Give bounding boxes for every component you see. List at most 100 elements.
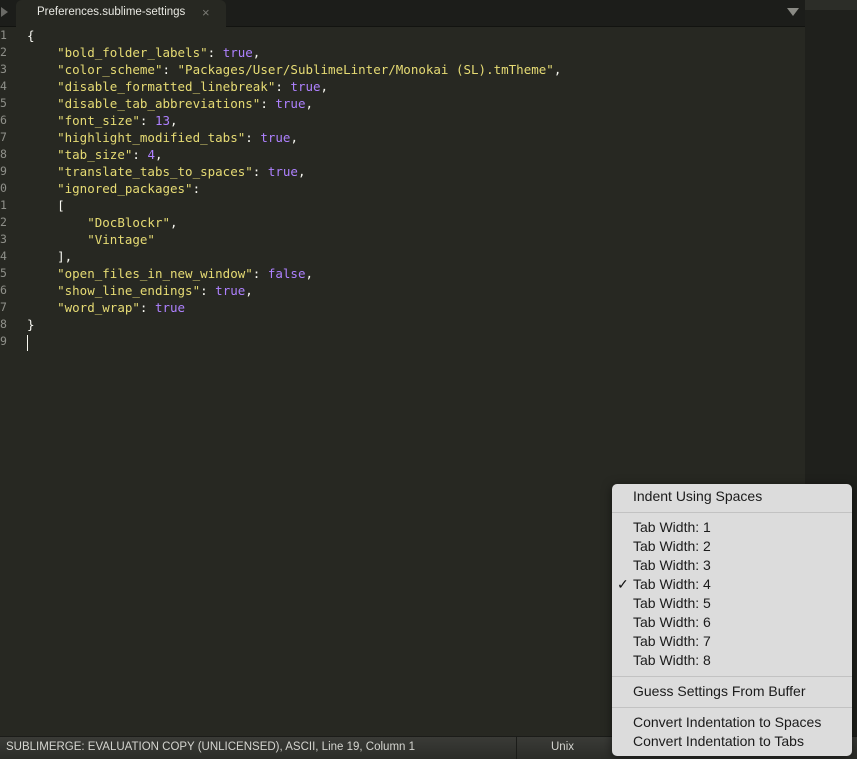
string-token: "show_line_endings" bbox=[57, 283, 201, 298]
line-number: 3 bbox=[0, 62, 7, 76]
line-endings-selector[interactable]: Unix bbox=[551, 741, 574, 753]
line-number: 1 bbox=[0, 28, 7, 42]
sidebar-toggle-arrow-icon[interactable] bbox=[1, 7, 8, 17]
line-number: 5 bbox=[0, 96, 7, 110]
status-text: SUBLIMERGE: EVALUATION COPY (UNLICENSED)… bbox=[6, 741, 416, 753]
code-line: } bbox=[27, 316, 561, 333]
tab-close-icon[interactable]: × bbox=[202, 5, 210, 20]
tab-list-dropdown-icon[interactable] bbox=[787, 8, 799, 16]
menu-separator bbox=[612, 676, 852, 677]
line-number: 3 bbox=[0, 232, 7, 246]
punctuation-token: ], bbox=[27, 249, 73, 264]
string-token: "Packages/User/SublimeLinter/Monokai (SL… bbox=[177, 62, 554, 77]
string-token: "Vintage" bbox=[87, 232, 155, 247]
code-line: "open_files_in_new_window": false, bbox=[27, 265, 561, 282]
constant-token: true bbox=[215, 283, 246, 298]
punctuation-token bbox=[27, 283, 57, 298]
line-number: 2 bbox=[0, 45, 7, 59]
code-line: { bbox=[27, 27, 561, 44]
menu-item-tab-width-1[interactable]: Tab Width: 1 bbox=[633, 518, 711, 537]
constant-token: true bbox=[290, 79, 321, 94]
code-line: "translate_tabs_to_spaces": true, bbox=[27, 163, 561, 180]
punctuation-token: , bbox=[297, 164, 306, 179]
constant-token: false bbox=[267, 266, 306, 281]
constant-token: true bbox=[275, 96, 306, 111]
punctuation-token: , bbox=[154, 147, 163, 162]
punctuation-token: } bbox=[27, 317, 35, 332]
string-token: "bold_folder_labels" bbox=[57, 45, 208, 60]
tab-preferences[interactable]: Preferences.sublime-settings × bbox=[16, 0, 226, 27]
line-number: 2 bbox=[0, 215, 7, 229]
status-divider bbox=[516, 737, 517, 759]
code-line: "Vintage" bbox=[27, 231, 561, 248]
menu-item-convert-to-tabs[interactable]: Convert Indentation to Tabs bbox=[633, 732, 804, 751]
constant-token: true bbox=[154, 300, 186, 315]
constant-token: true bbox=[267, 164, 298, 179]
line-number: 6 bbox=[0, 113, 7, 127]
punctuation-token: , bbox=[170, 113, 178, 128]
punctuation-token bbox=[27, 130, 57, 145]
code-line: "font_size": 13, bbox=[27, 112, 561, 129]
menu-item-indent-using-spaces[interactable]: Indent Using Spaces bbox=[633, 487, 762, 506]
string-token: "open_files_in_new_window" bbox=[57, 266, 253, 281]
menu-item-tab-width-4[interactable]: Tab Width: 4 bbox=[633, 575, 711, 594]
punctuation-token bbox=[27, 147, 57, 162]
punctuation-token: : bbox=[139, 300, 155, 315]
string-token: "tab_size" bbox=[57, 147, 133, 162]
punctuation-token: : bbox=[260, 96, 276, 111]
text-cursor bbox=[27, 335, 28, 351]
line-number: 4 bbox=[0, 249, 7, 263]
constant-token: 4 bbox=[147, 147, 155, 162]
string-token: "disable_formatted_linebreak" bbox=[57, 79, 276, 94]
line-number: 1 bbox=[0, 198, 7, 212]
punctuation-token: [ bbox=[27, 198, 65, 213]
punctuation-token: : bbox=[192, 181, 201, 196]
code-line: "bold_folder_labels": true, bbox=[27, 44, 561, 61]
constant-token: true bbox=[260, 130, 291, 145]
code-line: "DocBlockr", bbox=[27, 214, 561, 231]
line-number: 0 bbox=[0, 181, 7, 195]
string-token: "translate_tabs_to_spaces" bbox=[57, 164, 253, 179]
line-number: 7 bbox=[0, 130, 7, 144]
punctuation-token: , bbox=[553, 62, 562, 77]
punctuation-token: , bbox=[305, 266, 314, 281]
punctuation-token: : bbox=[245, 130, 261, 145]
menu-item-convert-to-spaces[interactable]: Convert Indentation to Spaces bbox=[633, 713, 821, 732]
code-line: "highlight_modified_tabs": true, bbox=[27, 129, 561, 146]
punctuation-token: : bbox=[162, 62, 178, 77]
line-number: 8 bbox=[0, 317, 7, 331]
line-number-gutter: 1 2 3 4 5 6 7 8 9 0 1 2 3 4 5 6 7 8 9 bbox=[0, 27, 22, 350]
string-token: "ignored_packages" bbox=[57, 181, 193, 196]
code-line: "word_wrap": true bbox=[27, 299, 561, 316]
menu-item-guess-settings[interactable]: Guess Settings From Buffer bbox=[633, 682, 805, 701]
punctuation-token bbox=[27, 215, 87, 230]
line-number: 8 bbox=[0, 147, 7, 161]
code-line: ], bbox=[27, 248, 561, 265]
line-number: 7 bbox=[0, 300, 7, 314]
punctuation-token: : bbox=[207, 45, 223, 60]
code-area[interactable]: { "bold_folder_labels": true, "color_sch… bbox=[27, 27, 561, 350]
minimap-header bbox=[805, 0, 857, 10]
code-line: "disable_formatted_linebreak": true, bbox=[27, 78, 561, 95]
punctuation-token bbox=[27, 266, 57, 281]
string-token: "font_size" bbox=[57, 113, 140, 128]
code-line: "color_scheme": "Packages/User/SublimeLi… bbox=[27, 61, 561, 78]
menu-separator bbox=[612, 707, 852, 708]
menu-item-tab-width-8[interactable]: Tab Width: 8 bbox=[633, 651, 711, 670]
line-number: 6 bbox=[0, 283, 7, 297]
string-token: "disable_tab_abbreviations" bbox=[57, 96, 261, 111]
punctuation-token: , bbox=[290, 130, 298, 145]
tab-bar: Preferences.sublime-settings × bbox=[0, 0, 805, 27]
punctuation-token: : bbox=[252, 266, 268, 281]
menu-item-tab-width-5[interactable]: Tab Width: 5 bbox=[633, 594, 711, 613]
menu-item-tab-width-6[interactable]: Tab Width: 6 bbox=[633, 613, 711, 632]
menu-item-tab-width-7[interactable]: Tab Width: 7 bbox=[633, 632, 711, 651]
code-line: [ bbox=[27, 197, 561, 214]
punctuation-token bbox=[27, 300, 57, 315]
menu-item-tab-width-2[interactable]: Tab Width: 2 bbox=[633, 537, 711, 556]
string-token: "DocBlockr" bbox=[87, 215, 171, 230]
code-line: "tab_size": 4, bbox=[27, 146, 561, 163]
punctuation-token: : bbox=[200, 283, 216, 298]
menu-item-tab-width-3[interactable]: Tab Width: 3 bbox=[633, 556, 711, 575]
